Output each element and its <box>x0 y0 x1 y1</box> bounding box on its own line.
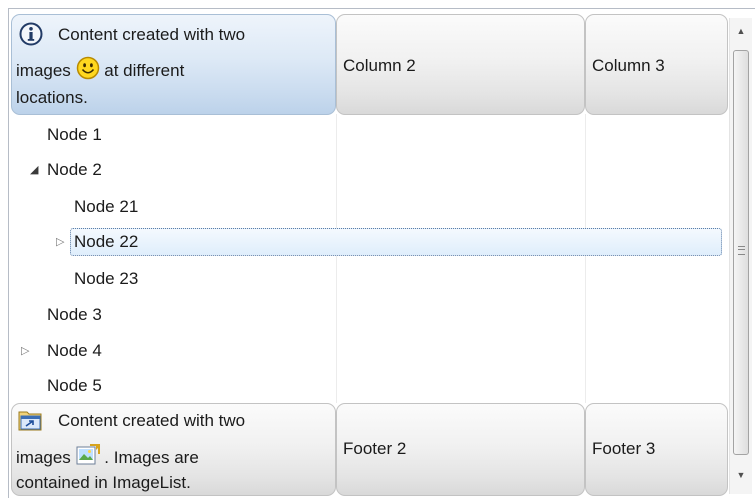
footer-col1-line2a: images <box>16 448 71 467</box>
footer-col1-line1: Content created with two <box>58 411 246 430</box>
collapsed-arrow-icon[interactable]: ▷ <box>21 340 29 362</box>
tree-node-21[interactable]: Node 21 <box>74 196 138 218</box>
selected-row-highlight <box>70 228 722 256</box>
column-footer-2[interactable]: Footer 2 <box>336 403 585 496</box>
header-col2-label: Column 2 <box>343 56 416 75</box>
footer-col1-line2b: . Images are <box>104 448 199 467</box>
scrollbar-thumb[interactable] <box>733 50 749 455</box>
tree-node-23[interactable]: Node 23 <box>74 268 138 290</box>
header-col1-line3: locations. <box>16 88 88 107</box>
column-header-3[interactable]: Column 3 <box>585 14 728 115</box>
column-header-1[interactable]: Content created with two images at diffe… <box>11 14 336 115</box>
window-arrow-icon <box>18 409 42 436</box>
header-col3-label: Column 3 <box>592 56 665 75</box>
footer-col3-label: Footer 3 <box>592 439 656 458</box>
tree-node-3[interactable]: Node 3 <box>47 304 102 326</box>
column-footer-3[interactable]: Footer 3 <box>585 403 728 496</box>
header-col1-line2: images at different <box>16 56 184 87</box>
smiley-icon <box>76 56 100 87</box>
scroll-up-arrow-icon[interactable]: ▲ <box>730 22 752 40</box>
collapsed-arrow-icon[interactable]: ▷ <box>56 231 64 253</box>
header-col1-line2a: images <box>16 61 71 80</box>
expanded-arrow-icon[interactable]: ◢ <box>30 159 38 181</box>
footer-col2-label: Footer 2 <box>343 439 407 458</box>
column-header-2[interactable]: Column 2 <box>336 14 585 115</box>
tree-node-1[interactable]: Node 1 <box>47 124 102 146</box>
info-icon <box>19 22 43 51</box>
column-separator <box>336 114 337 403</box>
footer-col1-line3: contained in ImageList. <box>16 473 191 492</box>
tree-node-5[interactable]: Node 5 <box>47 375 102 397</box>
tree-node-4[interactable]: Node 4 <box>47 340 102 362</box>
scroll-down-arrow-icon[interactable]: ▼ <box>730 466 752 484</box>
column-footer-1[interactable]: Content created with two images . Images… <box>11 403 336 496</box>
tree-node-2[interactable]: Node 2 <box>47 159 102 181</box>
column-separator <box>585 114 586 403</box>
header-col1-line1: Content created with two <box>58 25 246 44</box>
header-col1-line2b: at different <box>104 61 185 80</box>
tree-node-22[interactable]: Node 22 <box>74 231 138 253</box>
vertical-scrollbar[interactable]: ▲ ▼ <box>729 18 752 494</box>
grip-icon <box>738 246 745 255</box>
